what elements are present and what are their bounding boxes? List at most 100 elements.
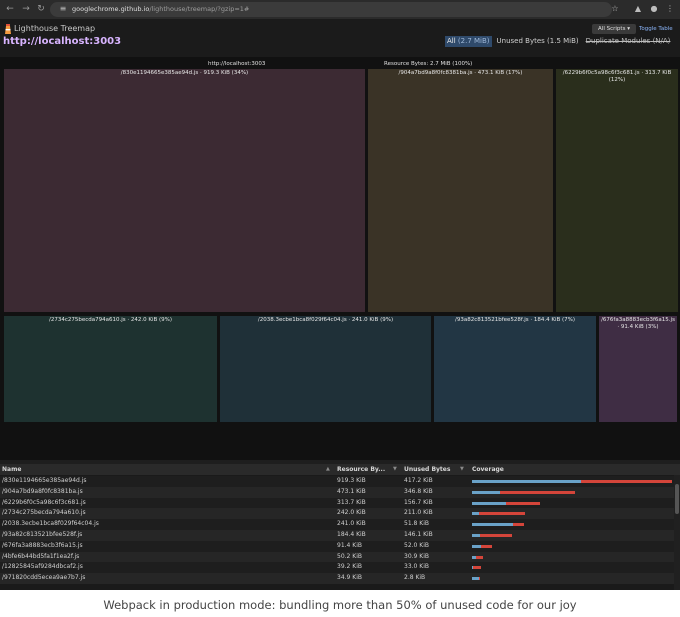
coverage-bar <box>472 490 575 494</box>
table-cell-name: /6229b6f0c5a98c6f3c681.js <box>2 498 86 506</box>
tab-all[interactable]: All (2.7 MiB) <box>445 36 492 47</box>
table-cell-unused-bytes: 156.7 KiB <box>404 498 433 506</box>
tab-unused-bytes[interactable]: Unused Bytes (1.5 MiB) <box>495 36 581 47</box>
table-cell-name: /93a82c813521bfee528f.js <box>2 531 83 538</box>
coverage-bar <box>472 523 525 527</box>
table-row[interactable]: /830e1194665e385ae94d.js 919.3 KiB 417.2 K… <box>0 476 674 487</box>
column-header-unused-bytes[interactable]: Unused Bytes <box>404 464 450 475</box>
caption: Webpack in production mode: bundling mor… <box>103 598 577 612</box>
treemap-cell[interactable]: /676fa3a8883ecb3f6a15.js · 91.4 KiB (3%) <box>599 316 677 422</box>
coverage-bar <box>472 480 672 483</box>
table-row[interactable]: /4bfe6b44bd5fa1f1ea2f.js 50.2 KiB 30.9 KiB <box>0 551 674 563</box>
table-cell-unused-bytes: 33.0 KiB <box>404 563 429 571</box>
sort-up-icon[interactable]: ▲ <box>326 464 330 475</box>
treemap: http://localhost:3003 Resource Bytes: 2.… <box>0 57 680 460</box>
table-cell-resource-bytes: 473.1 KiB <box>337 487 366 495</box>
table-row[interactable]: /2734c275becda794a610.js 242.0 KiB 211.0 K… <box>0 508 674 520</box>
column-header-coverage[interactable]: Coverage <box>472 464 504 475</box>
bookmark-star-icon[interactable]: ☆ <box>609 3 621 15</box>
coverage-bar <box>472 577 480 581</box>
treemap-cell[interactable]: /2734c275becda794a610.js · 242.0 KiB (9%… <box>4 316 217 422</box>
browser-toolbar: ← → ↻ ≡ googlechrome.github.io/lighthous… <box>0 0 680 19</box>
table-scrollbar-thumb[interactable] <box>675 484 679 514</box>
sort-down-icon[interactable]: ▼ <box>393 464 397 475</box>
coverage-used-segment <box>472 501 507 505</box>
reload-icon[interactable]: ↻ <box>35 3 47 15</box>
treemap-cell-label: /904a7bd9a8f0fc8381ba.js · 473.1 KiB (17… <box>398 70 523 76</box>
coverage-table: Name ▲ Resource By... ▼ Unused Bytes ▼ C… <box>0 464 680 590</box>
table-cell-unused-bytes: 417.2 KiB <box>404 477 433 484</box>
coverage-bar <box>472 534 512 537</box>
chevron-down-icon: ▾ <box>627 26 630 32</box>
coverage-unused-segment <box>473 566 481 570</box>
bundle-selector[interactable]: All Scripts ▾ <box>592 24 636 34</box>
profile-icon[interactable]: ● <box>648 3 660 15</box>
table-cell-unused-bytes: 211.0 KiB <box>404 509 433 517</box>
treemap-root-label: http://localhost:3003 <box>208 61 266 67</box>
tab-duplicate-modules[interactable]: Duplicate Modules (N/A) <box>584 36 673 47</box>
treemap-cell-label: /6229b6f0c5a98c6f3c681.js · 313.7 KiB (1… <box>562 70 672 83</box>
site-info-icon[interactable]: ≡ <box>57 3 69 15</box>
table-cell-name: /676fa3a8883ecb3f6a15.js <box>2 541 83 549</box>
treemap-cell[interactable]: /904a7bd9a8f0fc8381ba.js · 473.1 KiB (17… <box>368 69 553 312</box>
tab-duplicate-modules-label: Duplicate Modules <box>585 37 651 45</box>
treemap-cell-label: /93a82c813521bfee528f.js · 184.4 KiB (7%… <box>454 317 576 323</box>
table-row[interactable]: /971820cdd5ecea9ae7b7.js 34.9 KiB 2.8 KiB <box>0 573 674 584</box>
coverage-bar <box>472 566 481 570</box>
table-cell-resource-bytes: 184.4 KiB <box>337 531 366 538</box>
coverage-used-segment <box>472 523 514 527</box>
table-row[interactable]: /2038.3ecbe1bca8f029f64c04.js 241.0 KiB 51… <box>0 519 674 530</box>
treemap-cell[interactable]: /2038.3ecbe1bca8f029f64c04.js · 241.0 Ki… <box>220 316 431 422</box>
coverage-bar <box>472 544 492 548</box>
table-cell-resource-bytes: 50.2 KiB <box>337 552 362 560</box>
treemap-cell[interactable]: /6229b6f0c5a98c6f3c681.js · 313.7 KiB (1… <box>556 69 678 312</box>
coverage-bar <box>472 501 541 505</box>
url-host: googlechrome.github.io <box>72 5 150 13</box>
menu-kebab-icon[interactable]: ⋮ <box>664 3 676 15</box>
coverage-unused-segment <box>506 501 541 505</box>
table-cell-name: /2734c275becda794a610.js <box>2 509 86 517</box>
treemap-cell[interactable]: /93a82c813521bfee528f.js · 184.4 KiB (7%… <box>434 316 596 422</box>
table-cell-resource-bytes: 241.0 KiB <box>337 520 366 528</box>
tab-duplicate-modules-size: (N/A) <box>652 37 671 45</box>
table-cell-resource-bytes: 919.3 KiB <box>337 477 366 484</box>
sort-icon[interactable]: ▼ <box>460 464 464 475</box>
table-cell-name: /12825845af9284dbcaf2.js <box>2 563 83 571</box>
forward-icon[interactable]: → <box>20 3 32 15</box>
labs-flask-icon[interactable]: ▲ <box>632 3 644 15</box>
table-cell-name: /904a7bd9a8f0fc8381ba.js <box>2 487 83 495</box>
lighthouse-logo-icon <box>5 24 11 34</box>
column-header-resource-bytes[interactable]: Resource By... <box>337 464 385 475</box>
treemap-cell-label: /2038.3ecbe1bca8f029f64c04.js · 241.0 Ki… <box>257 317 394 323</box>
coverage-bar <box>472 555 483 559</box>
table-row[interactable]: /676fa3a8883ecb3f6a15.js 91.4 KiB 52.0 KiB <box>0 540 674 552</box>
table-row[interactable]: /12825845af9284dbcaf2.js 39.2 KiB 33.0 KiB <box>0 562 674 574</box>
coverage-unused-segment <box>499 490 575 494</box>
coverage-used-segment <box>472 544 481 548</box>
treemap-header: Lighthouse Treemap http://localhost:3003… <box>0 19 680 57</box>
table-cell-unused-bytes: 52.0 KiB <box>404 541 429 549</box>
treemap-cell-label: /676fa3a8883ecb3f6a15.js · 91.4 KiB (3%) <box>601 317 675 330</box>
treemap-resource-label: Resource Bytes: 2.7 MiB (100%) <box>384 61 473 67</box>
coverage-unused-segment <box>478 577 480 581</box>
url-text[interactable]: googlechrome.github.io/lighthouse/treema… <box>72 3 249 15</box>
table-row[interactable]: /6229b6f0c5a98c6f3c681.js 313.7 KiB 156.7 … <box>0 497 674 509</box>
screenshot: ← → ↻ ≡ googlechrome.github.io/lighthous… <box>0 0 680 590</box>
coverage-used-segment <box>472 534 481 537</box>
tab-unused-bytes-label: Unused Bytes <box>496 37 545 45</box>
treemap-cell-label: /2734c275becda794a610.js · 242.0 KiB (9%… <box>48 317 173 323</box>
toggle-table-button[interactable]: Toggle Table <box>639 24 673 34</box>
table-cell-unused-bytes: 51.8 KiB <box>404 520 429 528</box>
column-header-name[interactable]: Name <box>2 464 21 475</box>
coverage-unused-segment <box>581 480 672 483</box>
coverage-unused-segment <box>480 544 492 548</box>
table-cell-name: /830e1194665e385ae94d.js <box>2 477 87 484</box>
table-cell-name: /971820cdd5ecea9ae7b7.js <box>2 574 86 582</box>
back-icon[interactable]: ← <box>4 3 16 15</box>
table-row[interactable]: /93a82c813521bfee528f.js 184.4 KiB 146.1 K… <box>0 530 674 541</box>
table-row[interactable]: /904a7bd9a8f0fc8381ba.js 473.1 KiB 346.8 K… <box>0 486 674 498</box>
treemap-cell[interactable]: /830e1194665e385ae94d.js · 919.3 KiB (34… <box>4 69 365 312</box>
table-cell-resource-bytes: 91.4 KiB <box>337 541 362 549</box>
view-mode-tabs: All (2.7 MiB) Unused Bytes (1.5 MiB) Dup… <box>445 36 672 47</box>
table-header: Name ▲ Resource By... ▼ Unused Bytes ▼ C… <box>0 464 680 475</box>
